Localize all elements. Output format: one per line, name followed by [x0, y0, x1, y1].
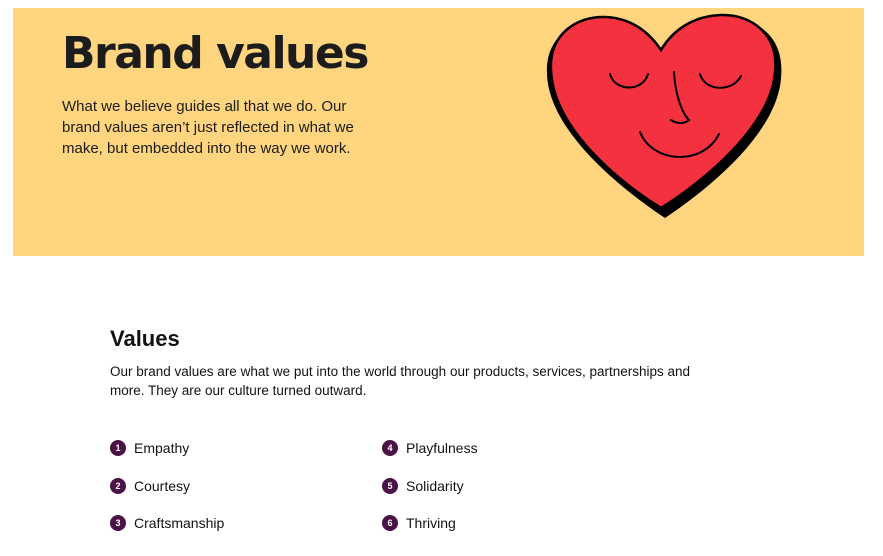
- value-item-solidarity: 5 Solidarity: [382, 476, 464, 496]
- value-label: Playfulness: [406, 440, 478, 456]
- hero-banner: Brand values What we believe guides all …: [13, 8, 864, 256]
- heart-shape: [549, 13, 777, 210]
- number-badge: 6: [382, 515, 398, 531]
- value-label: Craftsmanship: [134, 515, 225, 531]
- value-label: Thriving: [406, 515, 456, 531]
- values-section: Values Our brand values are what we put …: [110, 326, 710, 400]
- value-label: Solidarity: [406, 478, 464, 494]
- page-title: Brand values: [62, 28, 369, 79]
- values-description: Our brand values are what we put into th…: [110, 364, 691, 398]
- hero-description: What we believe guides all that we do. O…: [62, 98, 354, 157]
- value-label: Empathy: [134, 440, 190, 456]
- smiling-heart-illustration: [546, 13, 782, 219]
- value-item-craftsmanship: 3 Craftsmanship: [110, 513, 224, 533]
- value-item-courtesy: 2 Courtesy: [110, 476, 190, 496]
- number-badge: 2: [110, 478, 126, 494]
- number-badge: 1: [110, 440, 126, 456]
- value-item-empathy: 1 Empathy: [110, 438, 189, 458]
- values-heading: Values: [110, 326, 180, 351]
- value-item-playfulness: 4 Playfulness: [382, 438, 478, 458]
- number-badge: 5: [382, 478, 398, 494]
- number-badge: 4: [382, 440, 398, 456]
- value-item-thriving: 6 Thriving: [382, 513, 456, 533]
- number-badge: 3: [110, 515, 126, 531]
- value-label: Courtesy: [134, 478, 191, 494]
